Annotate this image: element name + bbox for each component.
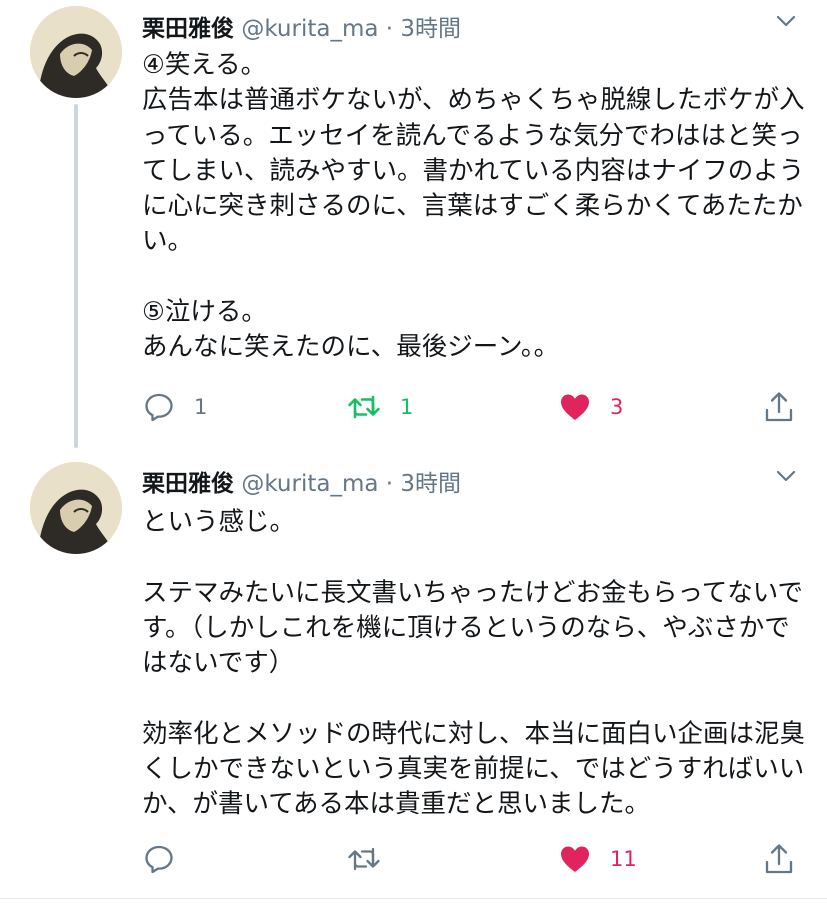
retweet-icon: [348, 847, 380, 871]
timestamp[interactable]: 3時間: [400, 16, 461, 42]
chevron-down-icon[interactable]: [775, 465, 797, 487]
reply-button[interactable]: 1: [142, 389, 207, 425]
avatar[interactable]: [30, 6, 122, 98]
retweet-button[interactable]: [346, 841, 400, 877]
tweet-text: という感じ。 ステマみたいに長文書いちゃったけどお金もらってないです。（しかしこ…: [142, 507, 806, 820]
author-name[interactable]: 栗田雅俊: [142, 471, 234, 497]
share-icon: [765, 844, 793, 874]
tweet[interactable]: 栗田雅俊 @kurita_ma · 3時間 という感じ。 ステマみたいに長文書い…: [0, 448, 827, 905]
tweet[interactable]: 栗田雅俊 @kurita_ma · 3時間 ④笑える。 広告本は普通ボケないが、…: [0, 0, 827, 448]
share-button[interactable]: [762, 841, 796, 877]
chevron-down-icon[interactable]: [775, 10, 797, 32]
like-icon: [561, 394, 589, 420]
like-button[interactable]: 11: [558, 841, 637, 877]
meta-separator: ·: [385, 16, 394, 42]
like-count: 11: [610, 847, 637, 871]
reply-icon: [145, 845, 173, 874]
like-count: 3: [610, 395, 624, 419]
tweet-actions: 1 1 3: [142, 389, 802, 425]
tweet-header: 栗田雅俊 @kurita_ma · 3時間: [142, 464, 461, 498]
avatar[interactable]: [30, 462, 122, 554]
author-handle[interactable]: @kurita_ma: [241, 16, 378, 42]
timestamp[interactable]: 3時間: [400, 471, 461, 497]
retweet-icon: [348, 395, 380, 419]
timeline-divider: [0, 898, 827, 899]
meta-separator: ·: [385, 471, 394, 497]
tweet-text: ④笑える。 広告本は普通ボケないが、めちゃくちゃ脱線したボケが入っている。エッセ…: [142, 50, 805, 363]
share-icon: [765, 392, 793, 422]
tweet-actions: 11: [142, 841, 802, 877]
retweet-count: 1: [400, 395, 414, 419]
reply-icon: [145, 393, 173, 422]
reply-button[interactable]: [142, 841, 194, 877]
share-button[interactable]: [762, 389, 796, 425]
reply-count: 1: [194, 395, 208, 419]
author-handle[interactable]: @kurita_ma: [241, 471, 378, 497]
author-name[interactable]: 栗田雅俊: [142, 16, 234, 42]
like-icon: [561, 846, 589, 872]
retweet-button[interactable]: 1: [346, 389, 413, 425]
tweet-header: 栗田雅俊 @kurita_ma · 3時間: [142, 9, 461, 43]
like-button[interactable]: 3: [558, 389, 623, 425]
thread-line: [74, 104, 78, 448]
